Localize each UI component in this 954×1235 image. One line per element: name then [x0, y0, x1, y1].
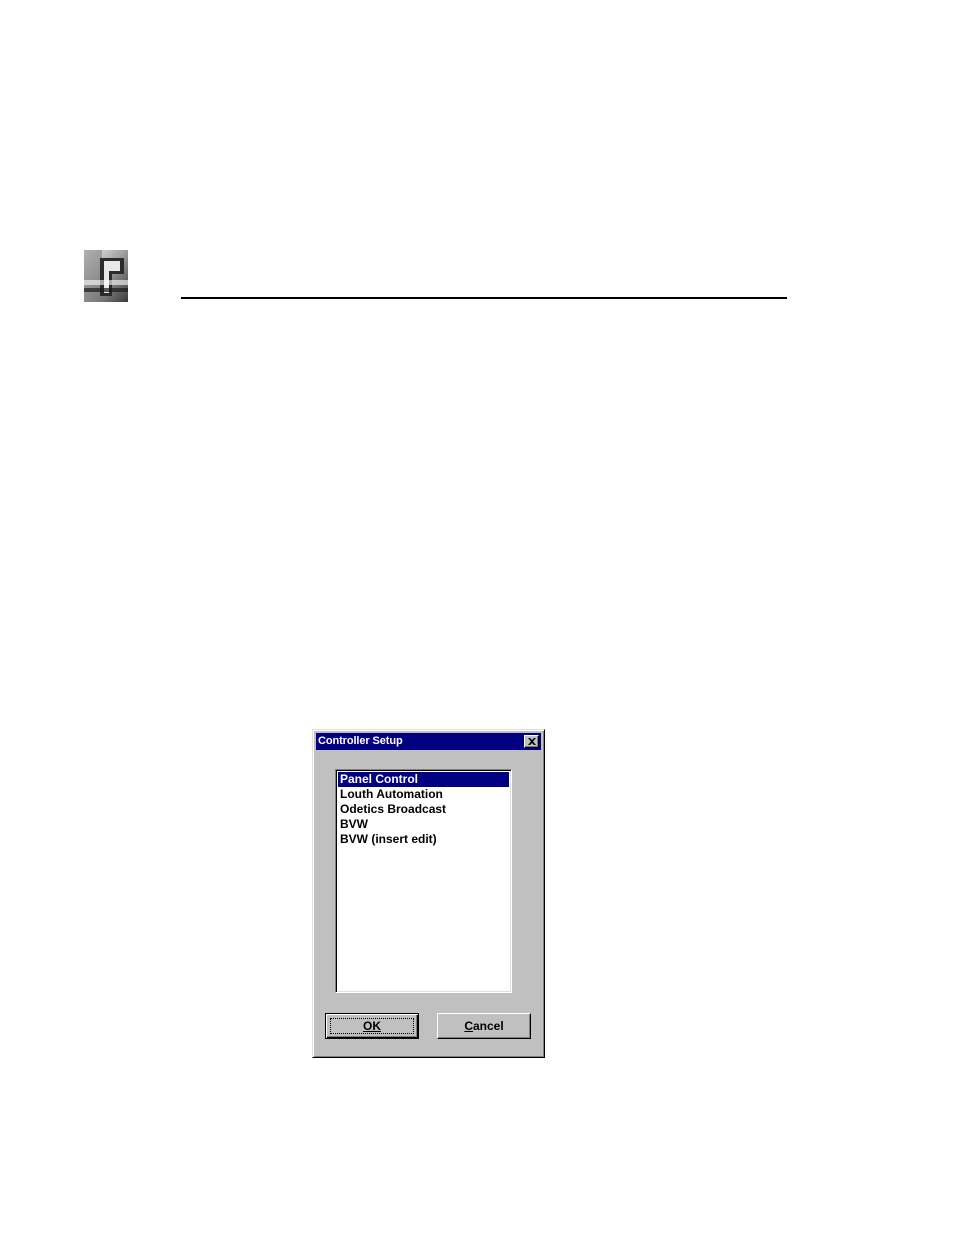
- header-rule: [181, 297, 787, 299]
- close-x-icon: [528, 738, 536, 745]
- controller-setup-dialog: Controller Setup Panel Control Louth Aut…: [312, 729, 545, 1058]
- list-item-bvw-insert-edit[interactable]: BVW (insert edit): [338, 832, 509, 847]
- list-item-odetics-broadcast[interactable]: Odetics Broadcast: [338, 802, 509, 817]
- ok-button-label: OK: [363, 1019, 381, 1033]
- list-item-bvw[interactable]: BVW: [338, 817, 509, 832]
- close-button[interactable]: [524, 735, 539, 748]
- controller-listbox[interactable]: Panel Control Louth Automation Odetics B…: [335, 769, 512, 993]
- list-item-panel-control[interactable]: Panel Control: [338, 772, 509, 787]
- cancel-button[interactable]: Cancel: [437, 1013, 531, 1039]
- cancel-button-label: Cancel: [464, 1019, 504, 1033]
- dialog-titlebar[interactable]: Controller Setup: [316, 733, 541, 750]
- list-item-louth-automation[interactable]: Louth Automation: [338, 787, 509, 802]
- ok-button[interactable]: OK: [325, 1013, 419, 1039]
- pinnacle-logo-icon: [84, 250, 128, 302]
- dialog-title: Controller Setup: [318, 735, 403, 747]
